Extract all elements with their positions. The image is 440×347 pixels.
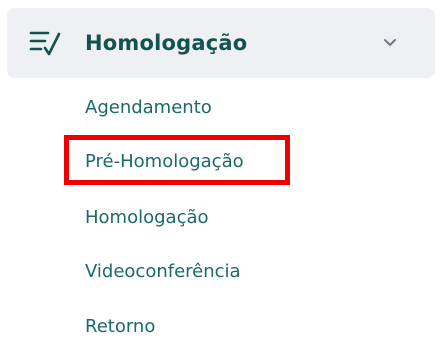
menu-item-pre-homologacao[interactable]: Pré-Homologação bbox=[85, 150, 244, 174]
chevron-down-icon[interactable] bbox=[380, 36, 400, 50]
menu-item-videoconferencia[interactable]: Videoconferência bbox=[85, 260, 241, 284]
group-title: Homologação bbox=[85, 31, 248, 55]
menu-item-agendamento[interactable]: Agendamento bbox=[85, 96, 212, 120]
homologacao-nav-group: Homologação Agendamento Pré-Homologação … bbox=[0, 0, 440, 347]
checklist-icon bbox=[29, 31, 61, 56]
menu-item-homologacao[interactable]: Homologação bbox=[85, 206, 209, 230]
menu-item-retorno[interactable]: Retorno bbox=[85, 315, 155, 339]
homologacao-group-header[interactable]: Homologação bbox=[7, 8, 435, 78]
